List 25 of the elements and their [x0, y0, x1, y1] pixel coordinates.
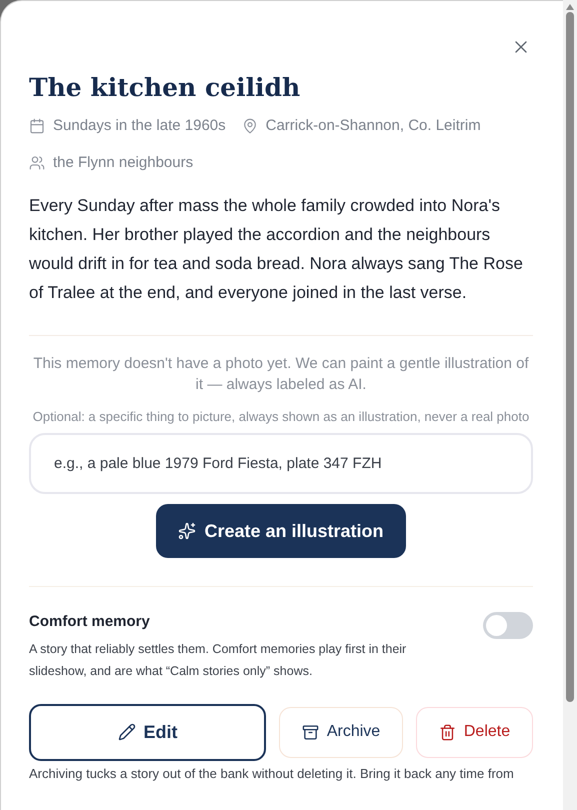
story-text: Every Sunday after mass the whole family crowded into Nora's kitchen. Her brother played the accordion and the neighbours would drift in for tea and soda bread. Nora always sang The Rose of Tralee at the end, and everyone joined in the last verse. — [29, 195, 524, 304]
memory-title: The kitchen ceilidh — [29, 72, 302, 104]
scroll-up-icon — [566, 4, 574, 10]
archive-note: Archiving tucks a story out of the bank without deleting it. Bring it back any time from — [29, 766, 515, 782]
map-pin-icon — [242, 118, 258, 134]
sparkles-icon — [178, 522, 196, 540]
meta-text: Carrick-on-Shannon, Co. Leitrim — [266, 116, 481, 136]
scrollbar-thumb[interactable] — [566, 12, 574, 702]
illustration-input[interactable]: e.g., a pale blue 1979 Ford Fiesta, plate 347 FZH — [29, 433, 533, 494]
trash-icon — [438, 724, 456, 740]
delete-button[interactable]: Delete — [416, 706, 533, 758]
pencil-icon — [118, 723, 136, 741]
comfort-toggle[interactable] — [483, 612, 533, 639]
people-icon — [29, 154, 45, 171]
meta-text: Sundays in the late 1960s — [53, 116, 226, 136]
create-illustration-button[interactable]: Create an illustration — [156, 504, 406, 558]
comfort-description: A story that reliably settles them. Comfort memories play first in their slideshow, and are what “Calm stories only” shows. — [29, 640, 408, 680]
comfort-label: Comfort memory — [29, 612, 151, 632]
illustration-hint: Optional: a specific thing to picture, always shown as an illustration, never a real photo — [32, 408, 530, 425]
calendar-icon — [29, 118, 45, 134]
edit-button[interactable]: Edit — [29, 704, 266, 760]
illustration-notice: This memory doesn't have a photo yet. We can paint a gentle illustration of it — always labeled as AI. — [32, 354, 530, 395]
archive-icon — [302, 724, 319, 740]
archive-button[interactable]: Archive — [279, 706, 403, 758]
meta-text: the Flynn neighbours — [53, 152, 194, 172]
